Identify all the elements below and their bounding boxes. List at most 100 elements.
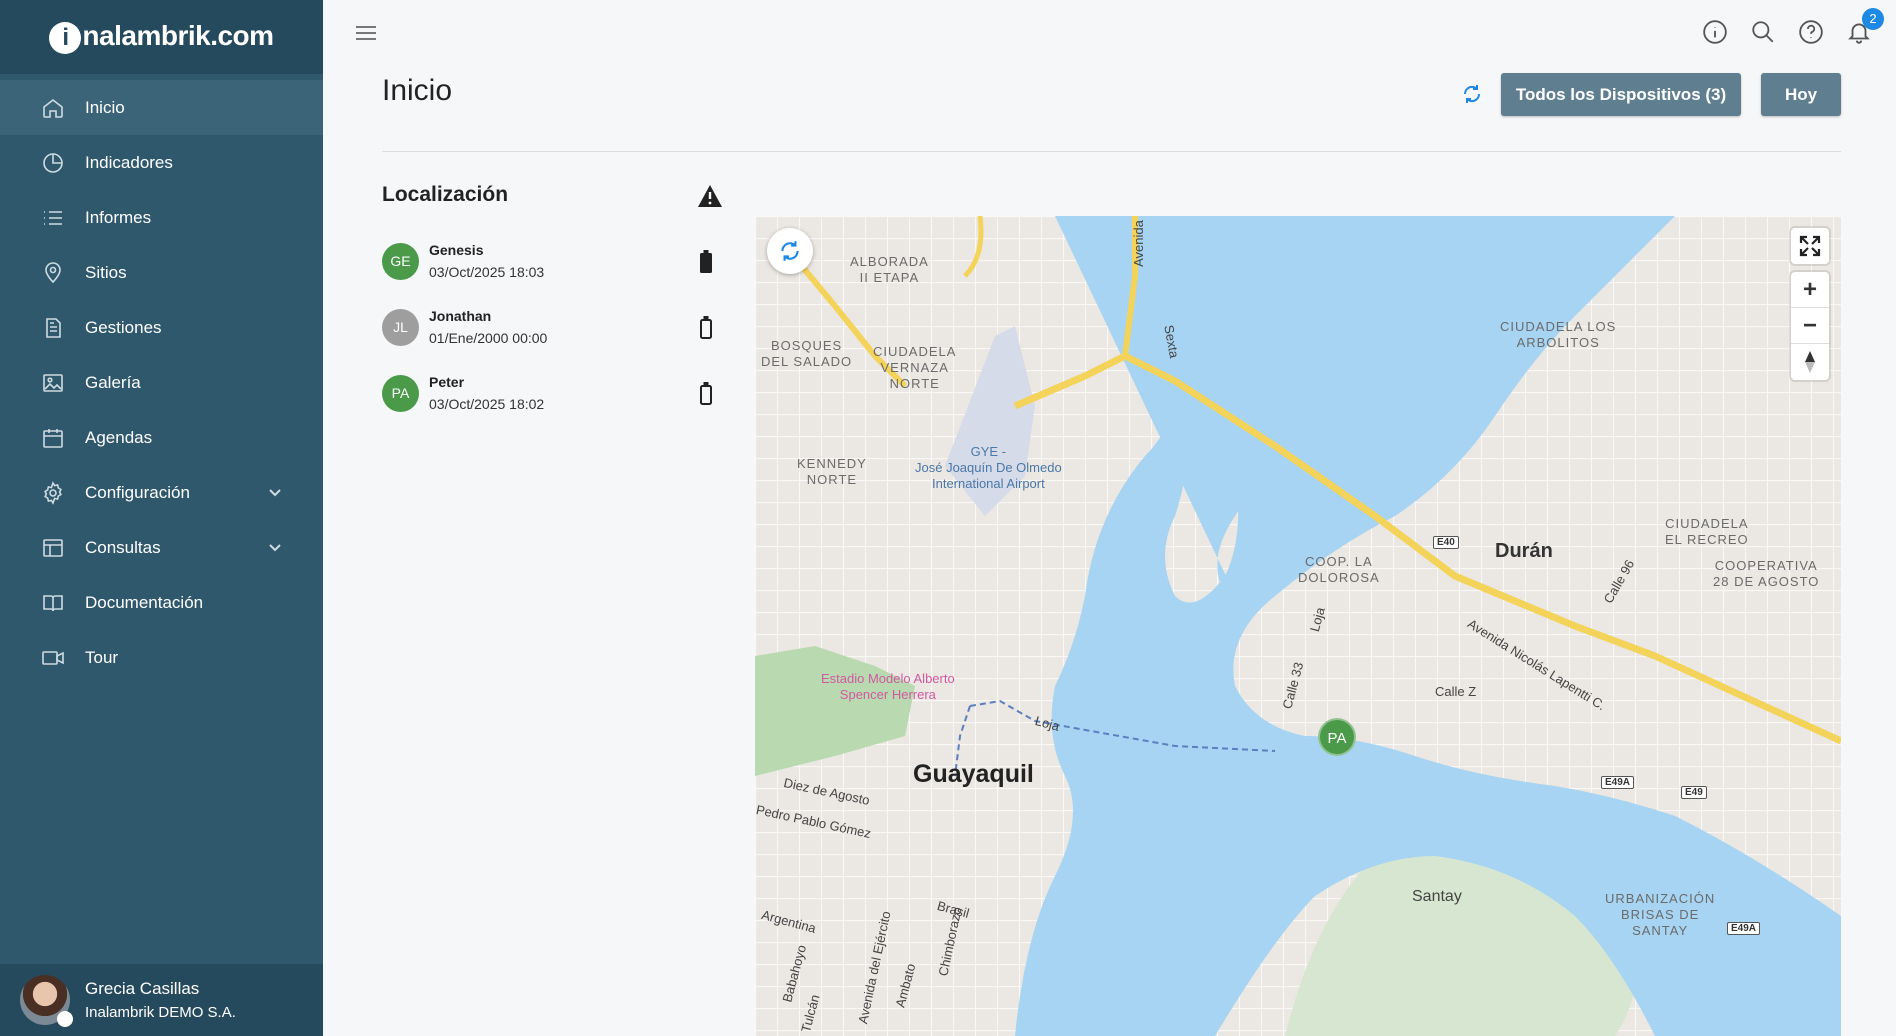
sidebar-item-galeria[interactable]: Galería <box>0 355 323 410</box>
street-label: Avenida <box>1130 220 1146 267</box>
zoom-in-icon[interactable]: + <box>1791 272 1829 308</box>
road-shield: E49 <box>1681 786 1707 799</box>
today-button[interactable]: Hoy <box>1761 73 1841 116</box>
home-icon <box>40 95 66 121</box>
zoom-controls: + − <box>1791 272 1829 380</box>
location-pin-icon <box>40 260 66 286</box>
user-profile[interactable]: Grecia Casillas Inalambrik DEMO S.A. <box>0 964 323 1036</box>
divider <box>382 151 1841 152</box>
locations-title: Localización <box>382 183 509 206</box>
map-view[interactable]: ALBORADA II ETAPA BOSQUES DEL SALADO CIUDA… <box>755 216 1841 1036</box>
road-shield: E49A <box>1727 922 1761 935</box>
map-label: CIUDADELA EL RECREO <box>1665 516 1749 547</box>
device-name: Peter <box>429 374 465 390</box>
list-item[interactable]: GE Genesis 03/Oct/2025 18:03 <box>382 228 727 294</box>
list-item[interactable]: JL Jonathan 01/Ene/2000 00:00 <box>382 294 727 360</box>
status-dot <box>57 1011 73 1027</box>
sidebar-item-label: Indicadores <box>85 152 173 172</box>
sidebar-item-label: Tour <box>85 647 119 667</box>
map-label: BOSQUES DEL SALADO <box>761 338 853 369</box>
avatar <box>20 975 73 1027</box>
device-avatar: GE <box>382 242 419 280</box>
hamburger-menu-icon[interactable] <box>353 20 379 46</box>
airport-label: GYE - José Joaquín De Olmedo International… <box>915 444 1062 491</box>
device-timestamp: 03/Oct/2025 18:03 <box>429 264 545 280</box>
sidebar-item-label: Consultas <box>85 537 161 557</box>
page-title: Inicio <box>382 74 453 107</box>
sidebar-item-gestiones[interactable]: Gestiones <box>0 300 323 355</box>
device-avatar: JL <box>382 308 419 346</box>
map-label: COOPERATIVA 28 DE AGOSTO <box>1713 558 1820 589</box>
street-label: Calle Z <box>1435 684 1477 699</box>
fullscreen-icon[interactable] <box>1791 228 1829 264</box>
sidebar: i nalambrik.com Inicio Indicadores Inform… <box>0 0 323 1036</box>
gear-icon <box>40 480 66 506</box>
map-refresh-icon[interactable] <box>767 228 813 274</box>
document-icon <box>40 315 66 341</box>
map-label: COOP. LA DOLOROSA <box>1298 554 1380 585</box>
sidebar-item-indicadores[interactable]: Indicadores <box>0 135 323 190</box>
zoom-out-icon[interactable]: − <box>1791 308 1829 344</box>
list-item[interactable]: PA Peter 03/Oct/2025 18:02 <box>382 360 727 426</box>
sidebar-item-label: Sitios <box>85 262 127 282</box>
logo-text: nalambrik.com <box>82 20 274 51</box>
top-bar: 2 <box>323 0 1896 64</box>
search-icon[interactable] <box>1750 18 1776 46</box>
chevron-down-icon[interactable] <box>267 484 283 500</box>
device-timestamp: 03/Oct/2025 18:02 <box>429 396 545 412</box>
sidebar-item-documentacion[interactable]: Documentación <box>0 575 323 630</box>
map-label: CIUDADELA VERNAZA NORTE <box>873 344 957 391</box>
sidebar-item-label: Gestiones <box>85 317 162 337</box>
sidebar-item-label: Configuración <box>85 482 190 502</box>
warning-icon[interactable] <box>697 184 723 208</box>
help-icon[interactable] <box>1798 18 1824 46</box>
town-label: Santay <box>1412 888 1462 905</box>
info-icon[interactable] <box>1702 18 1728 46</box>
refresh-icon[interactable] <box>1460 82 1486 108</box>
user-name: Grecia Casillas <box>85 979 200 998</box>
stadium-label: Estadio Modelo Alberto Spencer Herrera <box>821 671 955 702</box>
device-name: Jonathan <box>429 308 492 324</box>
sidebar-nav: Inicio Indicadores Informes Sitios Gesti… <box>0 80 323 685</box>
map-label: CIUDADELA LOS ARBOLITOS <box>1500 319 1617 350</box>
sidebar-item-label: Galería <box>85 372 141 392</box>
device-list: GE Genesis 03/Oct/2025 18:03 JL Jonathan… <box>382 228 727 426</box>
sidebar-item-label: Agendas <box>85 427 153 447</box>
sidebar-item-configuracion[interactable]: Configuración <box>0 465 323 520</box>
chevron-down-icon[interactable] <box>267 539 283 555</box>
top-actions: 2 <box>1702 8 1884 46</box>
battery-empty-icon <box>700 316 712 339</box>
video-camera-icon <box>40 645 66 671</box>
all-devices-button[interactable]: Todos los Dispositivos (3) <box>1501 73 1741 116</box>
brand-logo[interactable]: i nalambrik.com <box>0 0 323 74</box>
town-label: Durán <box>1495 540 1553 562</box>
map-label: KENNEDY NORTE <box>797 456 867 487</box>
sidebar-item-sitios[interactable]: Sitios <box>0 245 323 300</box>
image-icon <box>40 370 66 396</box>
user-org: Inalambrik DEMO S.A. <box>85 1004 236 1021</box>
sidebar-item-tour[interactable]: Tour <box>0 630 323 685</box>
fullscreen-control <box>1791 228 1829 264</box>
city-label: Guayaquil <box>913 760 1034 788</box>
road-shield: E49A <box>1601 776 1635 789</box>
device-marker[interactable]: PA <box>1318 718 1356 756</box>
sidebar-item-label: Inicio <box>85 97 125 117</box>
notification-badge: 2 <box>1862 8 1884 30</box>
sidebar-item-inicio[interactable]: Inicio <box>0 80 323 135</box>
sidebar-item-label: Documentación <box>85 592 204 612</box>
device-timestamp: 01/Ene/2000 00:00 <box>429 330 548 346</box>
sidebar-item-consultas[interactable]: Consultas <box>0 520 323 575</box>
calendar-icon <box>40 425 66 451</box>
device-avatar: PA <box>382 374 419 412</box>
list-icon <box>40 205 66 231</box>
map-label: URBANIZACIÓN BRISAS DE SANTAY <box>1605 891 1716 938</box>
sidebar-item-informes[interactable]: Informes <box>0 190 323 245</box>
table-icon <box>40 535 66 561</box>
sidebar-item-agendas[interactable]: Agendas <box>0 410 323 465</box>
battery-empty-icon <box>700 382 712 405</box>
bell-icon[interactable]: 2 <box>1846 8 1884 46</box>
road-shield: E40 <box>1433 536 1459 549</box>
compass-icon[interactable] <box>1791 344 1829 380</box>
pie-chart-icon <box>40 150 66 176</box>
map-label: ALBORADA II ETAPA <box>850 254 929 285</box>
